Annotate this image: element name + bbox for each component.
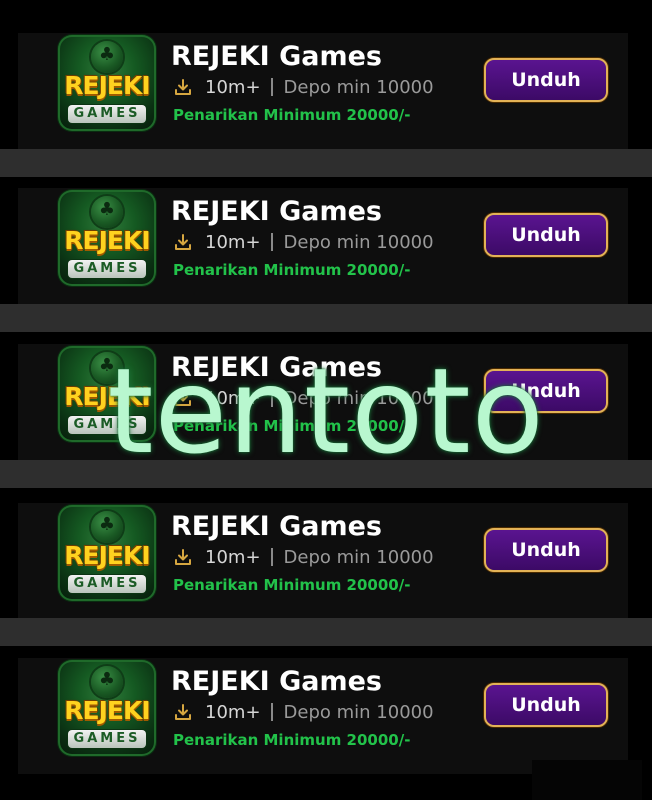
download-button[interactable]: Unduh: [484, 683, 608, 727]
app-icon-logo-text: REJEKI: [64, 382, 150, 411]
meta-divider: [270, 389, 273, 407]
app-title: REJEKI Games: [171, 196, 382, 227]
list-separator: [0, 618, 652, 646]
app-icon-logo-text: REJEKI: [64, 541, 150, 570]
min-deposit: Depo min 10000: [283, 387, 434, 409]
app-icon[interactable]: REJEKI GAMES: [58, 505, 156, 601]
app-meta-row: 10m+ Depo min 10000: [173, 75, 434, 99]
app-card: REJEKI GAMES REJEKI Games 10m+ Depo min …: [18, 188, 628, 304]
app-list-page: REJEKI GAMES REJEKI Games 10m+ Depo min …: [0, 0, 652, 800]
download-count: 10m+: [205, 76, 261, 98]
download-icon: [175, 549, 191, 565]
download-icon: [175, 704, 191, 720]
download-count: 10m+: [205, 387, 261, 409]
club-icon: [91, 666, 123, 698]
app-icon-logo-text: REJEKI: [64, 226, 150, 255]
list-separator: [0, 149, 652, 177]
min-withdraw: Penarikan Minimum 20000/-: [173, 576, 411, 594]
min-withdraw: Penarikan Minimum 20000/-: [173, 261, 411, 279]
club-icon: [91, 352, 123, 384]
club-icon: [91, 41, 123, 73]
download-button[interactable]: Unduh: [484, 369, 608, 413]
min-deposit: Depo min 10000: [283, 546, 434, 568]
app-icon-sub-text: GAMES: [68, 730, 146, 748]
app-card: REJEKI GAMES REJEKI Games 10m+ Depo min …: [18, 503, 628, 619]
app-meta-row: 10m+ Depo min 10000: [173, 545, 434, 569]
download-icon: [175, 79, 191, 95]
download-button[interactable]: Unduh: [484, 528, 608, 572]
download-icon: [175, 390, 191, 406]
meta-divider: [270, 233, 273, 251]
corner-shade: [532, 760, 642, 800]
download-count: 10m+: [205, 701, 261, 723]
min-withdraw: Penarikan Minimum 20000/-: [173, 106, 411, 124]
app-title: REJEKI Games: [171, 352, 382, 383]
app-title: REJEKI Games: [171, 666, 382, 697]
app-icon[interactable]: REJEKI GAMES: [58, 190, 156, 286]
app-icon-logo-text: REJEKI: [64, 71, 150, 100]
app-icon-sub-text: GAMES: [68, 105, 146, 123]
list-separator: [0, 460, 652, 488]
app-card: REJEKI GAMES REJEKI Games 10m+ Depo min …: [18, 33, 628, 149]
app-icon-sub-text: GAMES: [68, 260, 146, 278]
min-withdraw: Penarikan Minimum 20000/-: [173, 417, 411, 435]
app-icon[interactable]: REJEKI GAMES: [58, 35, 156, 131]
app-meta-row: 10m+ Depo min 10000: [173, 386, 434, 410]
min-deposit: Depo min 10000: [283, 76, 434, 98]
app-card: REJEKI GAMES REJEKI Games 10m+ Depo min …: [18, 344, 628, 460]
meta-divider: [270, 78, 273, 96]
min-withdraw: Penarikan Minimum 20000/-: [173, 731, 411, 749]
download-count: 10m+: [205, 231, 261, 253]
app-icon-logo-text: REJEKI: [64, 696, 150, 725]
app-title: REJEKI Games: [171, 511, 382, 542]
app-icon-sub-text: GAMES: [68, 575, 146, 593]
meta-divider: [270, 703, 273, 721]
download-icon: [175, 234, 191, 250]
app-title: REJEKI Games: [171, 41, 382, 72]
app-icon[interactable]: REJEKI GAMES: [58, 660, 156, 756]
app-meta-row: 10m+ Depo min 10000: [173, 230, 434, 254]
min-deposit: Depo min 10000: [283, 701, 434, 723]
app-list: REJEKI GAMES REJEKI Games 10m+ Depo min …: [0, 0, 652, 800]
club-icon: [91, 196, 123, 228]
list-separator: [0, 304, 652, 332]
download-button[interactable]: Unduh: [484, 213, 608, 257]
min-deposit: Depo min 10000: [283, 231, 434, 253]
meta-divider: [270, 548, 273, 566]
club-icon: [91, 511, 123, 543]
download-count: 10m+: [205, 546, 261, 568]
app-meta-row: 10m+ Depo min 10000: [173, 700, 434, 724]
app-icon[interactable]: REJEKI GAMES: [58, 346, 156, 442]
app-card: REJEKI GAMES REJEKI Games 10m+ Depo min …: [18, 658, 628, 774]
app-icon-sub-text: GAMES: [68, 416, 146, 434]
download-button[interactable]: Unduh: [484, 58, 608, 102]
